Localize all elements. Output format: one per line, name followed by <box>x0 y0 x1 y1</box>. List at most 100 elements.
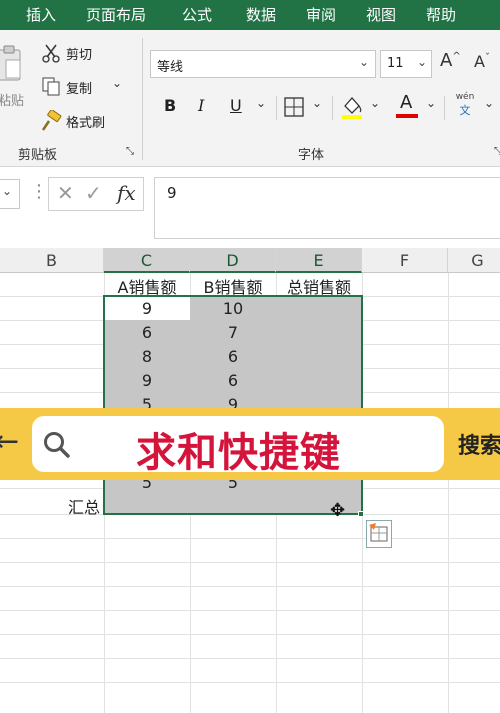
cut-label: 剪切 <box>66 48 93 63</box>
formula-bar: ⌄ ⋮ ✕ ✓ fx 9 <box>0 167 500 247</box>
borders-icon[interactable] <box>284 97 304 117</box>
more-options-icon: ⋮ <box>30 181 48 202</box>
gridline <box>0 658 500 659</box>
font-size-select[interactable]: 11 ⌄ <box>380 50 432 78</box>
menu-bar: 插入 页面布局 公式 数据 审阅 视图 帮助 <box>0 0 500 30</box>
cell-c3[interactable]: 9 <box>104 299 190 318</box>
clipboard-icon <box>0 45 21 81</box>
column-letter: C <box>140 251 153 270</box>
column-header-b[interactable]: B <box>0 248 104 273</box>
name-box[interactable]: ⌄ <box>0 179 20 209</box>
cell-c4[interactable]: 6 <box>104 323 190 342</box>
gridline <box>0 610 500 611</box>
menu-page-layout[interactable]: 页面布局 <box>86 4 146 25</box>
font-name-select[interactable]: 等线 ⌄ <box>150 50 376 78</box>
menu-insert[interactable]: 插入 <box>26 4 56 25</box>
column-letter: D <box>226 251 239 270</box>
gridline <box>0 562 500 563</box>
divider <box>444 96 445 120</box>
phonetic-top: wén <box>455 92 475 102</box>
decrease-font-icon: Aˇ <box>474 52 490 71</box>
dialog-launcher-icon[interactable]: ⤡ <box>126 146 134 157</box>
search-query-text: 求和快捷键 <box>136 430 341 476</box>
cell-c5[interactable]: 8 <box>104 347 190 366</box>
column-letter: B <box>46 251 57 270</box>
column-header-f[interactable]: F <box>362 248 448 273</box>
column-letter: E <box>313 251 324 270</box>
chevron-down-icon[interactable]: ⌄ <box>312 96 322 110</box>
header-total-sales[interactable]: 总销售额 <box>276 274 362 298</box>
menu-formulas[interactable]: 公式 <box>182 4 212 25</box>
increase-font-size-button[interactable]: A^ <box>440 50 461 71</box>
formula-input[interactable]: 9 <box>154 177 500 239</box>
cut-button[interactable]: 剪切 <box>40 42 110 64</box>
phonetic-bottom: 文 <box>459 104 471 117</box>
column-header-d[interactable]: D <box>190 248 276 273</box>
chevron-down-icon[interactable]: ⌄ <box>426 96 436 110</box>
cell-c6[interactable]: 9 <box>104 371 190 390</box>
quick-analysis-button[interactable] <box>366 520 392 548</box>
gridline <box>448 273 449 713</box>
format-painter-button[interactable]: 格式刷 <box>40 110 130 132</box>
italic-button[interactable]: I <box>198 96 204 115</box>
decrease-font-size-button[interactable]: Aˇ <box>474 52 490 71</box>
cell-d6[interactable]: 6 <box>190 371 276 390</box>
font-color-icon: A <box>400 92 413 113</box>
gridline <box>0 634 500 635</box>
divider <box>276 96 277 120</box>
phonetic-guide-button[interactable]: wén 文 <box>452 92 478 122</box>
gridline <box>0 586 500 587</box>
cell-d5[interactable]: 6 <box>190 347 276 366</box>
chevron-down-icon[interactable]: ⌄ <box>112 76 122 90</box>
font-name-value: 等线 <box>157 60 184 75</box>
chevron-down-icon[interactable]: ⌄ <box>484 96 494 110</box>
menu-help[interactable]: 帮助 <box>426 4 456 25</box>
menu-data[interactable]: 数据 <box>246 4 276 25</box>
font-size-value: 11 <box>387 56 404 71</box>
dialog-launcher-icon[interactable]: ⤡ <box>494 146 500 157</box>
copy-button[interactable]: 复制 ⌄ <box>40 76 130 98</box>
gridline <box>0 682 500 683</box>
fill-handle[interactable] <box>358 511 364 517</box>
total-label-cell[interactable]: 汇总 <box>0 494 100 518</box>
group-divider <box>142 38 143 160</box>
column-letter: G <box>471 251 484 270</box>
chevron-down-icon[interactable]: ⌄ <box>256 96 266 110</box>
clipboard-group-label: 剪贴板 <box>18 148 58 163</box>
column-letter: F <box>399 251 410 270</box>
search-icon <box>44 432 70 458</box>
insert-function-button[interactable]: fx <box>117 181 136 205</box>
cancel-icon[interactable]: ✕ <box>57 181 74 205</box>
font-color-button[interactable]: A <box>396 92 420 120</box>
fill-color-icon[interactable] <box>340 94 364 120</box>
menu-view[interactable]: 视图 <box>366 4 396 25</box>
header-a-sales[interactable]: A销售额 <box>104 274 190 298</box>
chevron-down-icon[interactable]: ⌄ <box>370 96 380 110</box>
menu-review[interactable]: 审阅 <box>306 4 336 25</box>
cell-d4[interactable]: 7 <box>190 323 276 342</box>
column-header-e[interactable]: E <box>276 248 362 273</box>
search-button[interactable]: 搜索 <box>458 428 500 460</box>
chevron-down-icon: ⌄ <box>416 55 427 69</box>
paste-button[interactable] <box>0 44 24 88</box>
column-header-g[interactable]: G <box>448 248 500 273</box>
move-cursor-icon: ✥ <box>330 500 346 521</box>
bold-button[interactable]: B <box>164 96 176 115</box>
font-group-label: 字体 <box>298 148 325 163</box>
underline-button[interactable]: U <box>230 96 242 115</box>
enter-icon[interactable]: ✓ <box>85 181 102 205</box>
quick-analysis-icon <box>369 523 388 542</box>
formula-controls: ✕ ✓ fx <box>48 177 144 211</box>
header-b-sales[interactable]: B销售额 <box>190 274 276 298</box>
paste-label: 粘贴 <box>0 94 25 109</box>
copy-label: 复制 <box>66 82 93 97</box>
copy-icon <box>42 77 60 96</box>
chevron-down-icon: ⌄ <box>2 184 13 198</box>
cell-d3[interactable]: 10 <box>190 299 276 318</box>
gridline <box>0 538 500 539</box>
font-color-swatch <box>396 114 418 118</box>
column-header-c[interactable]: C <box>104 248 190 273</box>
chevron-down-icon: ⌄ <box>358 55 369 69</box>
back-arrow-icon[interactable]: ← <box>0 424 19 459</box>
formula-value: 9 <box>167 184 177 202</box>
